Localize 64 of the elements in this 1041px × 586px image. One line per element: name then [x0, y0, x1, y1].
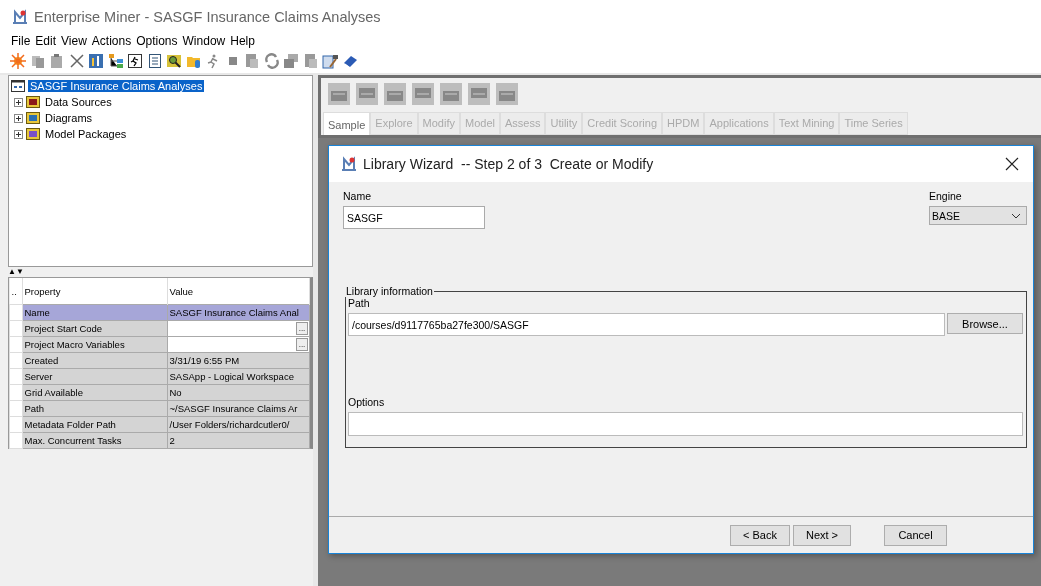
tree-icon[interactable]	[107, 53, 124, 69]
group-title: Library information	[345, 285, 434, 297]
back-button[interactable]: < Back	[730, 524, 790, 546]
menu-item[interactable]: View	[61, 34, 87, 48]
menu-item[interactable]: File	[11, 34, 31, 48]
node-tool-icon[interactable]	[496, 83, 518, 105]
column-header[interactable]: Value	[167, 278, 310, 305]
expand-icon[interactable]	[14, 97, 23, 107]
node-tool-icon[interactable]	[328, 83, 350, 105]
name-field[interactable]: SASGF	[343, 206, 485, 229]
dialog-title: Library Wizard -- Step 2 of 3 Create or Modify	[363, 156, 655, 172]
folder-icon	[26, 112, 40, 124]
app-logo-icon	[12, 8, 28, 25]
column-header[interactable]: ..	[9, 278, 22, 305]
column-header[interactable]: Property	[22, 278, 167, 305]
sun-icon[interactable]	[10, 53, 26, 69]
path-field[interactable]: /courses/d9117765ba27fe300/SASGF	[348, 313, 945, 336]
menu-item[interactable]: Help	[230, 34, 255, 48]
menu-item[interactable]: Actions	[91, 34, 132, 48]
search-icon[interactable]	[166, 53, 182, 69]
property-value: SASGF Insurance Claims Anal	[167, 304, 310, 321]
cancel-button[interactable]: Cancel	[884, 524, 948, 546]
field-label: Name	[343, 190, 372, 202]
field-label: Options	[348, 396, 386, 408]
folder-icon	[26, 128, 40, 140]
expand-icon[interactable]	[14, 129, 23, 139]
windows-icon[interactable]	[283, 53, 299, 69]
tree-item[interactable]: Diagrams	[43, 112, 95, 124]
palette-tab[interactable]: Sample	[323, 112, 371, 135]
node-tool-icon[interactable]	[412, 83, 434, 105]
tree-item[interactable]: Model Packages	[43, 128, 129, 140]
menu-item[interactable]: Window	[182, 34, 226, 48]
wizard-logo-icon	[341, 156, 357, 172]
field-label: Engine	[929, 190, 963, 202]
cycle-icon[interactable]	[263, 53, 280, 69]
property-name[interactable]: Name	[22, 304, 167, 321]
doc-icon[interactable]	[244, 53, 260, 69]
folder-icon	[26, 96, 40, 108]
tree-item[interactable]: Data Sources	[43, 96, 114, 108]
copy-icon[interactable]	[29, 53, 46, 69]
chevron-down-icon	[1011, 212, 1021, 219]
node-tool-icon[interactable]	[384, 83, 406, 105]
node-tool-icon[interactable]	[356, 83, 378, 105]
expand-icon[interactable]	[14, 113, 23, 123]
runner-doc-icon[interactable]	[127, 53, 143, 69]
delete-icon[interactable]	[68, 53, 85, 69]
engine-dropdown[interactable]: BASE	[929, 206, 1027, 225]
next-button[interactable]: Next >	[792, 524, 852, 546]
hammer-icon[interactable]	[322, 53, 338, 69]
node-tool-icon[interactable]	[468, 83, 490, 105]
menu-item[interactable]: Edit	[35, 34, 57, 48]
close-icon[interactable]	[1005, 157, 1019, 171]
project-window-icon	[11, 80, 25, 92]
browse-button[interactable]: Browse...	[947, 313, 1023, 334]
options-field[interactable]	[348, 412, 1023, 436]
node-tool-icon[interactable]	[440, 83, 462, 105]
field-label: Path	[348, 297, 371, 309]
paste-icon[interactable]	[49, 53, 65, 69]
window-title: Enterprise Miner - SASGF Insurance Claims Analyses	[34, 8, 381, 25]
notepad-icon[interactable]	[146, 53, 163, 69]
splitter-arrows-icon[interactable]: ▲▼	[8, 268, 24, 276]
menu-item[interactable]: Options	[136, 34, 178, 48]
tree-item[interactable]: SASGF Insurance Claims Analyses	[28, 80, 205, 92]
chart-icon[interactable]	[88, 53, 104, 69]
